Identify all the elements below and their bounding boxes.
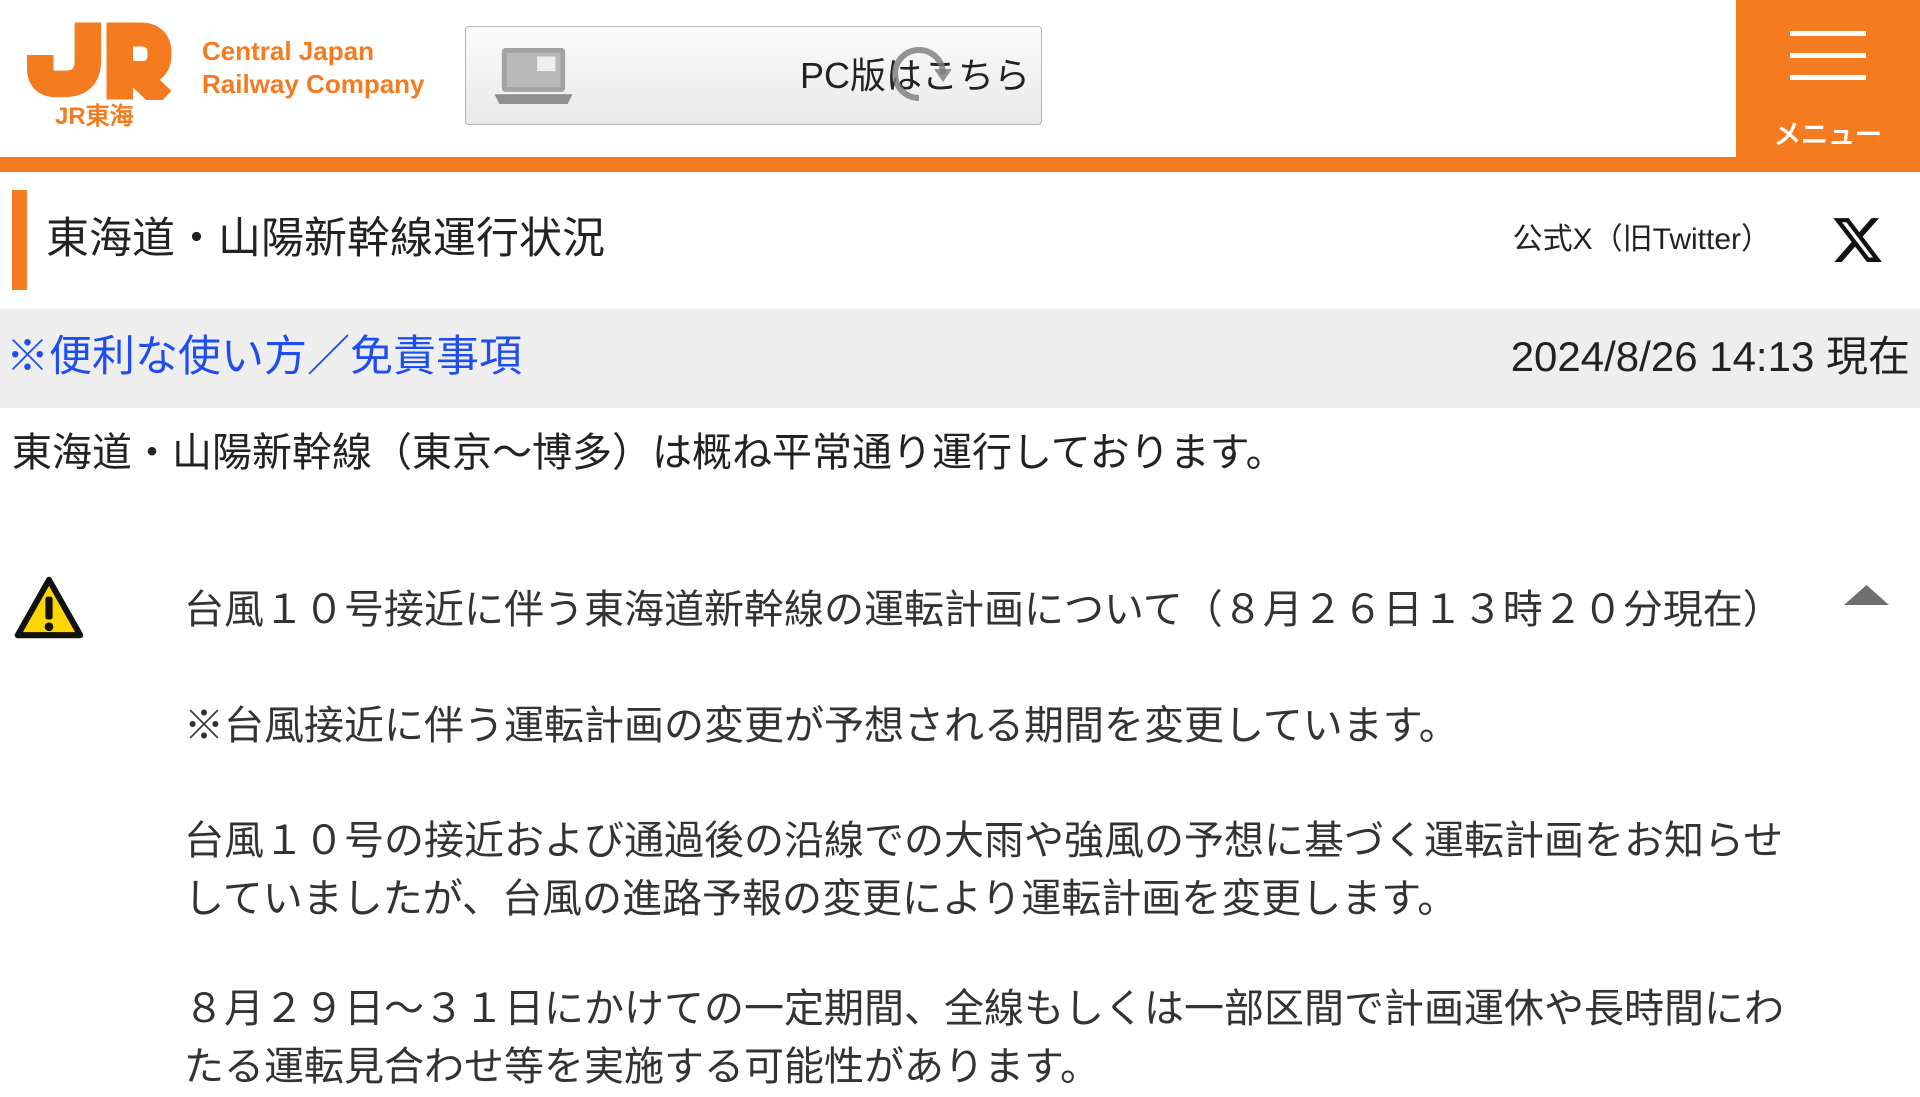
x-logo-shape (1833, 218, 1882, 262)
notice-heading: 台風１０号接近に伴う東海道新幹線の運転計画について（８月２６日１３時２０分現在） (184, 588, 1783, 632)
menu-button[interactable]: メニュー (1736, 0, 1920, 157)
x-logo-svg (1833, 218, 1882, 262)
x-logo-icon[interactable] (1829, 213, 1886, 267)
hamburger-line (1790, 31, 1866, 36)
menu-label: メニュー (1774, 120, 1882, 150)
company-name-line2: Railway Company (202, 69, 425, 99)
jr-logo-mark-icon (27, 22, 172, 100)
hamburger-menu-icon (1790, 31, 1866, 83)
spinner-arrowhead (934, 69, 951, 82)
logo-letter-j (27, 22, 102, 98)
header-divider (0, 157, 1920, 172)
operation-status-message: 東海道・山陽新幹線（東京～博多）は概ね平常通り運行しております。 (12, 431, 1286, 475)
laptop-window (537, 56, 556, 72)
warning-exclamation-dot (44, 622, 54, 632)
loading-spinner-icon (892, 47, 951, 101)
official-x-link[interactable]: 公式X（旧Twitter） (1513, 221, 1771, 259)
collapse-arrow-shape (1844, 585, 1889, 605)
pc-version-button[interactable]: PC版はこちら (465, 26, 1042, 125)
hamburger-line (1790, 75, 1866, 80)
company-name: Central Japan Railway Company (202, 35, 425, 101)
jr-central-logo[interactable]: JR東海 (27, 22, 174, 130)
notice-paragraph: ８月２９日～３１日にかけての一定期間、全線もしくは一部区間で計画運休や長時間にわ… (184, 987, 1784, 1089)
company-name-line1: Central Japan (202, 36, 374, 66)
collapse-arrow (1844, 585, 1889, 605)
title-accent-bar (12, 190, 27, 290)
hamburger-line (1790, 53, 1866, 58)
usage-disclaimer-link[interactable]: ※便利な使い方／免責事項 (6, 331, 522, 383)
notice-paragraph: ※台風接近に伴う運転計画の変更が予想される期間を変更しています。 (184, 704, 1459, 748)
info-bar: ※便利な使い方／免責事項 2024/8/26 14:13 現在 (0, 309, 1920, 408)
laptop-base (494, 94, 573, 104)
warning-icon (14, 576, 84, 639)
notice-paragraph: 台風１０号の接近および通過後の沿線での大雨や強風の予想に基づく運転計画をお知らせ… (184, 819, 1784, 921)
warning-exclamation-bar (45, 596, 53, 620)
spinner-arc (892, 47, 946, 101)
logo-caption: JR東海 (55, 103, 134, 130)
site-header: JR東海 Central Japan Railway Company PC版はこ… (0, 0, 1920, 157)
laptop-icon (494, 48, 573, 104)
title-bar: 東海道・山陽新幹線運行状況 公式X（旧Twitter） (0, 172, 1920, 309)
chevron-up-icon[interactable] (1844, 585, 1889, 605)
page-title: 東海道・山陽新幹線運行状況 (46, 215, 605, 263)
update-timestamp: 2024/8/26 14:13 現在 (1510, 333, 1910, 380)
